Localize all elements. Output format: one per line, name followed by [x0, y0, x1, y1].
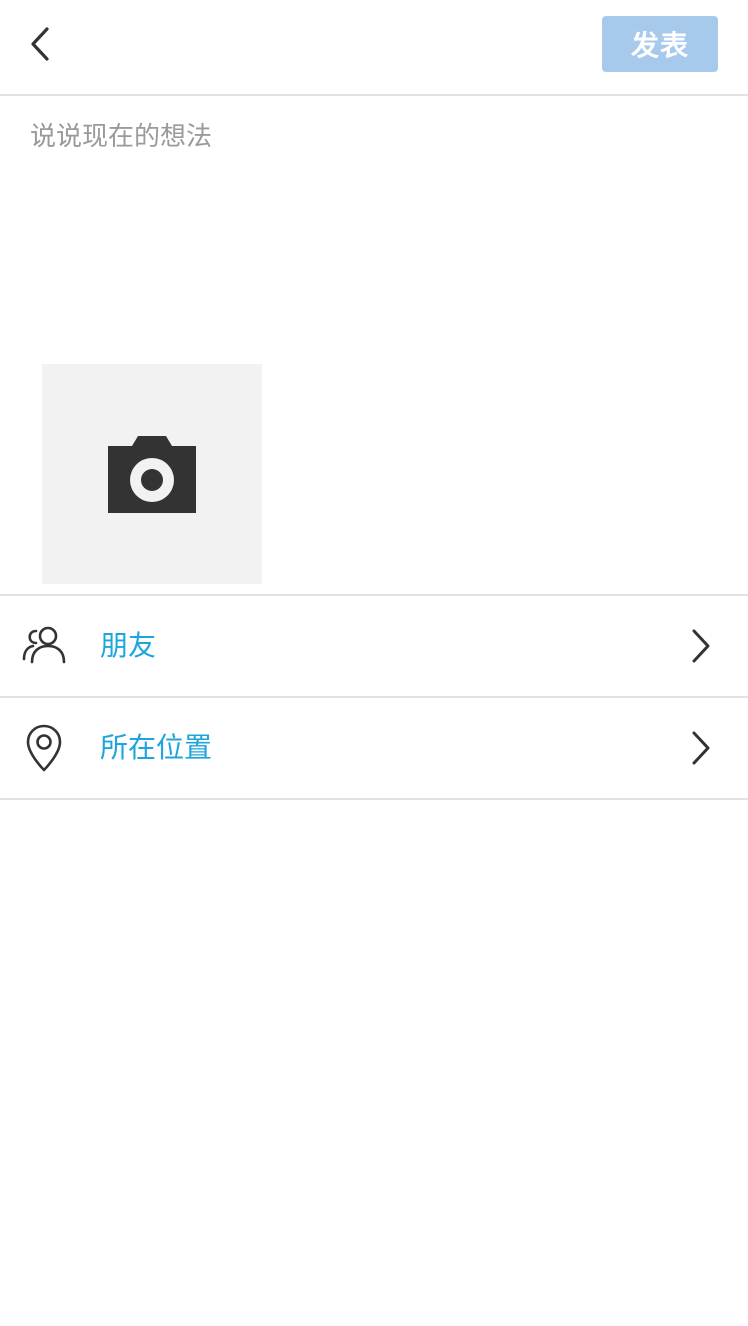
friends-option-label: 朋友: [100, 629, 157, 662]
post-options-list: 朋友 所在位置: [0, 594, 748, 800]
publish-button[interactable]: 发表: [602, 16, 718, 72]
location-pin-icon: [20, 724, 68, 772]
composer-area: [0, 96, 748, 594]
location-option-label: 所在位置: [100, 731, 213, 764]
friends-icon: [20, 622, 68, 670]
add-photo-button[interactable]: [42, 364, 262, 584]
chevron-right-icon: [686, 730, 716, 766]
chevron-left-icon: [31, 27, 49, 61]
chevron-right-icon: [686, 628, 716, 664]
post-text-input[interactable]: [30, 112, 718, 342]
back-button[interactable]: [18, 20, 62, 68]
camera-icon: [108, 436, 196, 513]
top-bar: 发表: [0, 0, 748, 96]
location-option-row[interactable]: 所在位置: [0, 698, 748, 800]
friends-option-row[interactable]: 朋友: [0, 596, 748, 698]
